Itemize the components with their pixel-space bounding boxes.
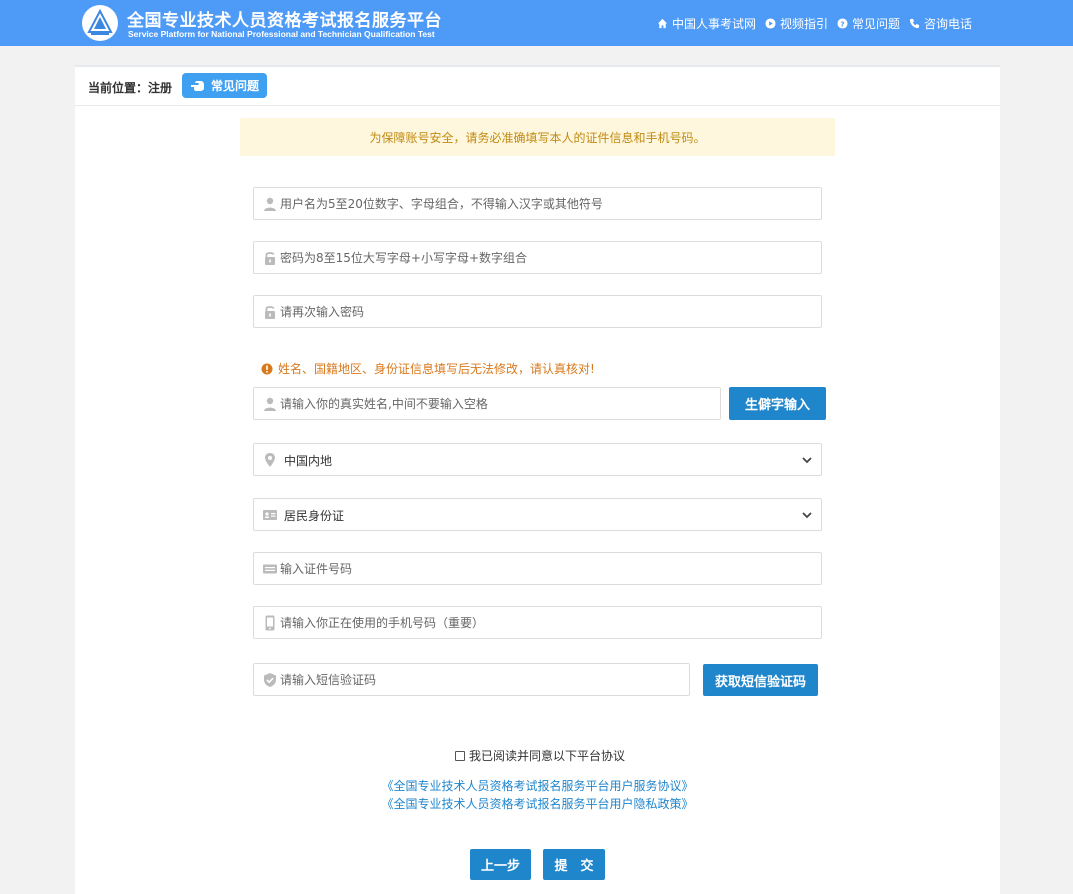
- security-notice: 为保障账号安全，请务必准确填写本人的证件信息和手机号码。: [240, 118, 835, 156]
- password-input[interactable]: [280, 242, 815, 273]
- nav-item-label: 视频指引: [780, 17, 829, 31]
- top-nav: 中国人事考试网 视频指引 ? 常见问题 咨询电话: [657, 15, 972, 32]
- sms-code-input[interactable]: [280, 664, 683, 695]
- identity-warning: 姓名、国籍地区、身份证信息填写后无法修改，请认真核对!: [261, 360, 595, 377]
- identity-warning-text: 姓名、国籍地区、身份证信息填写后无法修改，请认真核对!: [278, 362, 595, 376]
- submit-button[interactable]: 提 交: [543, 849, 605, 880]
- real-name-input[interactable]: [280, 388, 714, 419]
- card-number-icon: [263, 564, 277, 574]
- id-number-input[interactable]: [280, 553, 815, 584]
- user-icon: [264, 197, 276, 211]
- user-icon: [264, 397, 276, 411]
- home-icon: [657, 18, 668, 29]
- nav-item-label: 咨询电话: [924, 17, 973, 31]
- agreement-checkbox[interactable]: [455, 750, 465, 761]
- nav-item-cpta[interactable]: 中国人事考试网: [657, 15, 756, 32]
- password-field[interactable]: [253, 241, 822, 274]
- phone-icon: [909, 18, 920, 29]
- header-bar: 全国专业技术人员资格考试报名服务平台 Service Platform for …: [0, 0, 1073, 46]
- username-input[interactable]: [280, 188, 815, 219]
- pointing-hand-icon: [190, 80, 204, 91]
- lock-icon: [265, 252, 275, 265]
- platform-logo: [82, 5, 118, 41]
- username-field[interactable]: [253, 187, 822, 220]
- breadcrumb: 当前位置：注册 常见问题: [75, 67, 1000, 106]
- rare-char-input-button[interactable]: 生僻字输入: [729, 387, 826, 420]
- real-name-field[interactable]: [253, 387, 721, 420]
- platform-title-english: Service Platform for National Profession…: [128, 29, 435, 39]
- breadcrumb-label: 当前位置：注册: [88, 81, 173, 95]
- phone-input[interactable]: [280, 607, 815, 638]
- region-selected: 中国内地: [284, 454, 333, 468]
- agreement-label: 我已阅读并同意以下平台协议: [469, 749, 626, 763]
- password-confirm-input[interactable]: [280, 296, 815, 327]
- nav-item-phone[interactable]: 咨询电话: [909, 15, 972, 32]
- question-icon: ?: [837, 18, 848, 29]
- privacy-policy-link[interactable]: 《全国专业技术人员资格考试报名服务平台用户隐私政策》: [75, 795, 1000, 812]
- nav-item-faq[interactable]: ? 常见问题: [837, 15, 900, 32]
- id-type-selected: 居民身份证: [284, 509, 345, 523]
- nav-item-label: 常见问题: [852, 17, 901, 31]
- mobile-phone-icon: [265, 615, 275, 631]
- prev-step-button[interactable]: 上一步: [470, 849, 531, 880]
- get-sms-code-button[interactable]: 获取短信验证码: [703, 664, 818, 696]
- play-icon: [765, 18, 776, 29]
- agreement-checkbox-row[interactable]: 我已阅读并同意以下平台协议: [455, 747, 625, 764]
- chevron-down-icon: [802, 457, 812, 464]
- exclamation-icon: [261, 363, 273, 374]
- region-select[interactable]: 中国内地: [253, 443, 822, 476]
- location-pin-icon: [265, 453, 275, 467]
- id-type-select[interactable]: 居民身份证: [253, 498, 822, 531]
- service-agreement-link[interactable]: 《全国专业技术人员资格考试报名服务平台用户服务协议》: [75, 777, 1000, 794]
- faq-button[interactable]: 常见问题: [182, 73, 267, 98]
- register-card: 当前位置：注册 常见问题 为保障账号安全，请务必准确填写本人的证件信息和手机号码…: [75, 65, 1000, 894]
- id-card-icon: [263, 510, 277, 520]
- nav-item-label: 中国人事考试网: [672, 17, 757, 31]
- lock-icon: [265, 306, 275, 319]
- platform-title: 全国专业技术人员资格考试报名服务平台: [127, 11, 442, 31]
- svg-text:?: ?: [840, 19, 844, 28]
- id-number-field[interactable]: [253, 552, 822, 585]
- shield-check-icon: [264, 673, 276, 687]
- password-confirm-field[interactable]: [253, 295, 822, 328]
- nav-item-video-guide[interactable]: 视频指引: [765, 15, 828, 32]
- sms-code-field[interactable]: [253, 663, 690, 696]
- faq-button-label: 常见问题: [210, 79, 259, 93]
- chevron-down-icon: [802, 512, 812, 519]
- phone-field[interactable]: [253, 606, 822, 639]
